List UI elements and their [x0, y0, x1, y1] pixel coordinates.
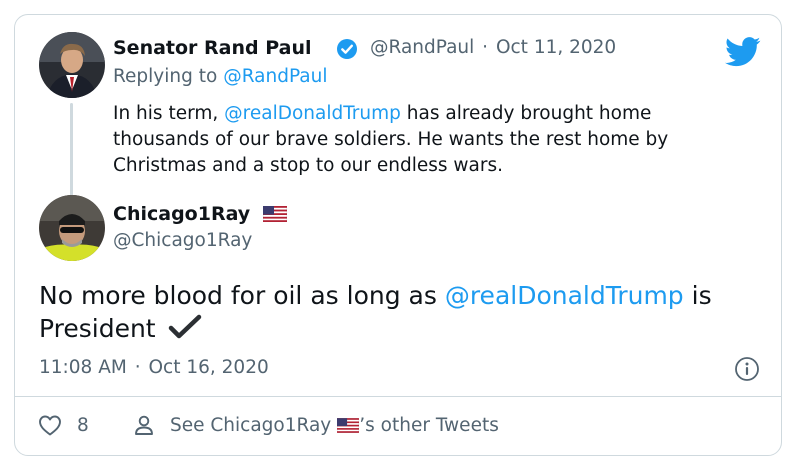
parent-text-segment: In his term, [113, 103, 219, 124]
reply-mention-link[interactable]: @realDonaldTrump [445, 281, 684, 310]
reply-text-segment: President [39, 314, 156, 343]
see-other-tweets-link[interactable]: See Chicago1Ray ’s other Tweets [132, 412, 499, 438]
reply-author-name-text[interactable]: Chicago1Ray [113, 203, 250, 225]
us-flag-icon [337, 417, 360, 433]
footer-divider [15, 396, 781, 397]
author-name[interactable]: Senator Rand Paul [113, 37, 312, 59]
reply-tweet-text: No more blood for oil as long as @realDo… [39, 279, 769, 345]
see-other-suffix: ’s other Tweets [359, 414, 499, 436]
replying-to-line: Replying to @RandPaul [113, 66, 327, 87]
replying-to-handle[interactable]: @RandPaul [223, 66, 327, 87]
parent-tweet-text: In his term, @realDonaldTrump has alread… [113, 101, 763, 179]
thread-connector-line [70, 103, 73, 197]
author-handle[interactable]: @RandPaul [370, 37, 474, 58]
info-icon[interactable] [734, 356, 760, 382]
rand-paul-avatar[interactable] [39, 32, 105, 98]
check-mark-icon [168, 314, 201, 339]
person-icon [135, 415, 153, 435]
like-count: 8 [77, 414, 89, 436]
us-flag-icon [262, 206, 287, 222]
parent-text-segment: has already brought home [406, 103, 652, 124]
replying-to-label: Replying to [113, 66, 218, 87]
author-name-text[interactable]: Senator Rand Paul [113, 37, 312, 59]
timestamp-separator: · [134, 357, 141, 378]
reply-text-segment: No more blood for oil as long as [39, 281, 437, 310]
parent-text-line-3: Christmas and a stop to our endless wars… [113, 155, 503, 176]
reply-author-handle[interactable]: @Chicago1Ray [113, 230, 252, 251]
reply-text-line-1: No more blood for oil as long as @realDo… [39, 279, 769, 312]
meta-separator: · [482, 37, 489, 58]
author-meta: @RandPaul · Oct 11, 2020 [370, 37, 616, 58]
parent-date[interactable]: Oct 11, 2020 [496, 37, 616, 58]
twitter-bird-icon[interactable] [725, 37, 761, 67]
verified-badge-icon [336, 38, 358, 60]
parent-text-line-1: In his term, @realDonaldTrump has alread… [113, 101, 763, 127]
like-button[interactable]: 8 [37, 412, 89, 438]
embedded-tweet-card: Senator Rand Paul @RandPaul · Oct 11, 20… [14, 14, 782, 456]
heart-icon [39, 415, 61, 436]
reply-author-handle-line: @Chicago1Ray [113, 230, 252, 251]
parent-mention-link[interactable]: @realDonaldTrump [224, 103, 401, 124]
reply-text-segment: is [691, 281, 712, 310]
reply-text-line-2: President [39, 312, 769, 345]
reply-date[interactable]: Oct 16, 2020 [148, 357, 268, 378]
reply-timestamp[interactable]: 11:08 AM · Oct 16, 2020 [39, 357, 269, 378]
reply-author-name[interactable]: Chicago1Ray [113, 203, 287, 225]
see-other-tweets-text: See Chicago1Ray ’s other Tweets [170, 415, 499, 436]
see-other-prefix: See Chicago1Ray [170, 414, 332, 436]
chicago1ray-avatar[interactable] [39, 195, 105, 261]
parent-text-line-2: thousands of our brave soldiers. He want… [113, 129, 669, 150]
reply-time[interactable]: 11:08 AM [39, 357, 127, 378]
